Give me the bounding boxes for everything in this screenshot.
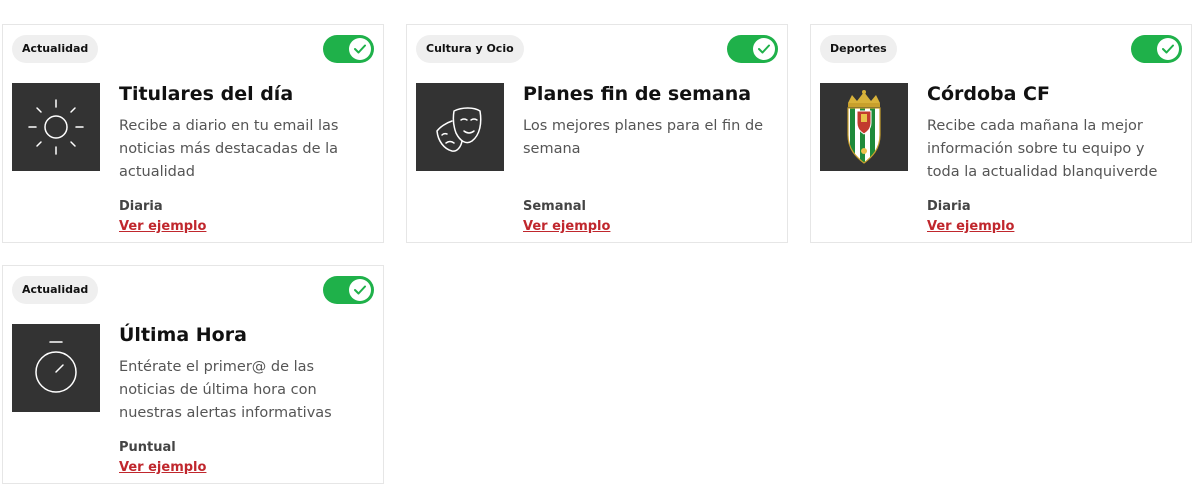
category-tag: Cultura y Ocio [416,35,524,63]
subscribe-toggle[interactable] [323,276,374,304]
category-tag: Actualidad [12,35,99,63]
toggle-knob [753,38,775,60]
newsletter-title: Última Hora [119,324,247,346]
category-tag: Deportes [820,35,897,63]
newsletter-card-planes: Cultura y Ocio Planes fin de semana Los … [406,24,788,243]
newsletter-frequency: Puntual [119,440,176,455]
view-example-link[interactable]: Ver ejemplo [927,219,1014,234]
subscribe-toggle[interactable] [323,35,374,63]
category-tag: Actualidad [12,276,99,304]
sun-icon [28,99,84,155]
newsletter-description: Los mejores planes para el fin de semana [523,118,764,157]
newsletter-description: Recibe cada mañana la mejor información … [927,118,1158,180]
newsletter-frequency: Diaria [119,199,163,214]
newsletter-description: Entérate el primer@ de las noticias de ú… [119,359,332,421]
check-icon [758,44,770,54]
newsletter-description: Recibe a diario en tu email las noticias… [119,118,339,180]
newsletter-thumbnail [820,83,908,171]
newsletter-thumbnail [12,83,100,171]
newsletter-card-cordoba: Deportes Córdoba CF Recibe cada mañana l… [810,24,1192,243]
view-example-link[interactable]: Ver ejemplo [119,460,206,475]
view-example-link[interactable]: Ver ejemplo [119,219,206,234]
theater-masks-icon [436,107,482,152]
stopwatch-icon [35,341,77,393]
newsletter-thumbnail [12,324,100,412]
newsletter-frequency: Diaria [927,199,971,214]
newsletter-title: Planes fin de semana [523,83,752,105]
newsletter-card-ultima-hora: Actualidad Última Hora Entérate el prime… [2,265,384,484]
newsletter-frequency: Semanal [523,199,586,214]
newsletter-thumbnail [416,83,504,171]
toggle-knob [349,38,371,60]
cordoba-cf-crest-icon [847,90,881,164]
view-example-link[interactable]: Ver ejemplo [523,219,610,234]
newsletter-card-titulares: Actualidad Titulares del día Recibe a di… [2,24,384,243]
subscribe-toggle[interactable] [1131,35,1182,63]
toggle-knob [1157,38,1179,60]
check-icon [354,285,366,295]
toggle-knob [349,279,371,301]
newsletter-title: Titulares del día [119,83,294,105]
newsletter-title: Córdoba CF [927,83,1050,105]
subscribe-toggle[interactable] [727,35,778,63]
check-icon [354,44,366,54]
check-icon [1162,44,1174,54]
